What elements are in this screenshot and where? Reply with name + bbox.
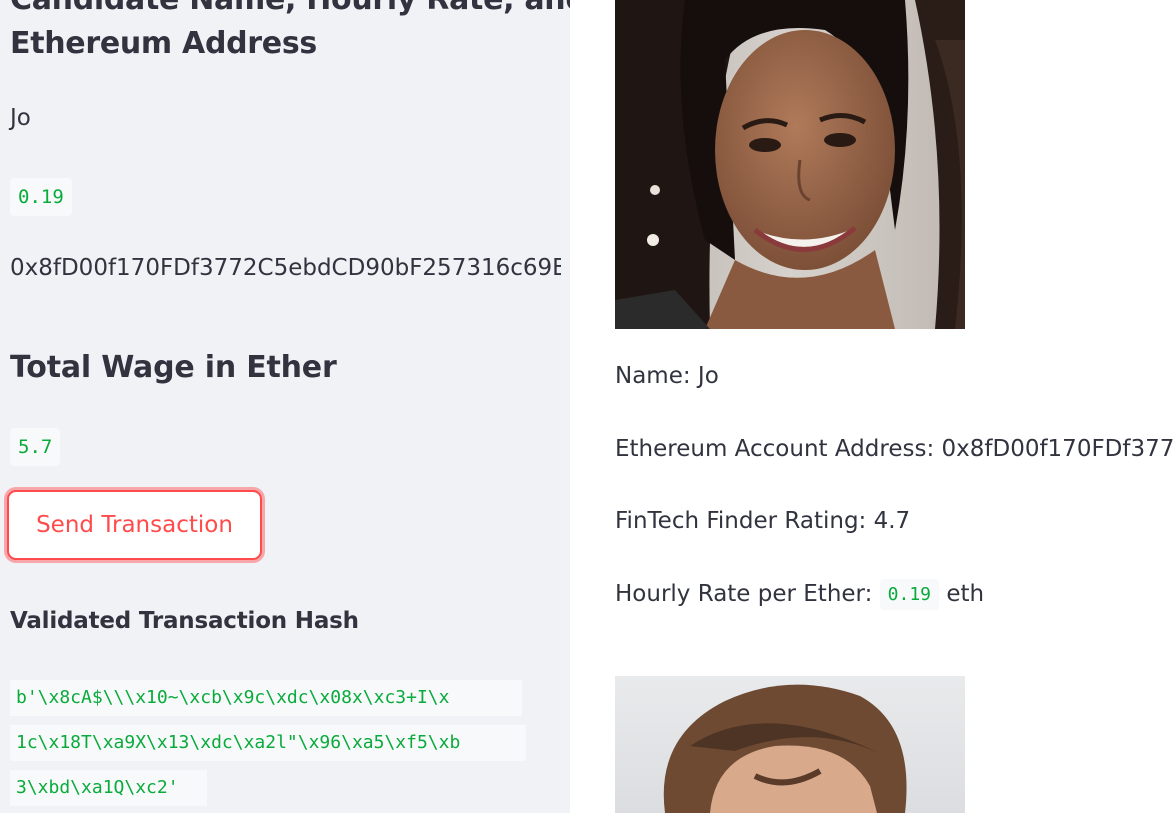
hash-line-3: 3\xbd\xa1Q\xc2' xyxy=(10,770,207,806)
candidate-name: Jo xyxy=(10,105,31,131)
candidate-name-label: Name: Jo xyxy=(615,363,719,389)
wage-value: 5.7 xyxy=(10,428,61,466)
address-container: 0x8fD00f170FDf3772C5ebdCD90bF257316c69BA xyxy=(10,248,561,288)
rate-prefix: Hourly Rate per Ether: xyxy=(615,581,873,607)
main-content: Name: Jo Ethereum Account Address: 0x8fD… xyxy=(570,0,1174,813)
rate-suffix: eth xyxy=(946,581,985,607)
send-transaction-button[interactable]: Send Transaction xyxy=(7,490,262,560)
next-candidate-photo xyxy=(615,676,965,813)
hourly-rate-value: 0.19 xyxy=(10,178,72,216)
candidate-photo xyxy=(615,0,965,329)
candidate-address-label: Ethereum Account Address: 0x8fD00f170FDf… xyxy=(615,436,1174,462)
wage-heading: Total Wage in Ether xyxy=(10,350,337,385)
candidate-rate-row: Hourly Rate per Ether: 0.19 eth xyxy=(615,579,985,610)
rate-value: 0.19 xyxy=(879,579,940,610)
hash-heading: Validated Transaction Hash xyxy=(10,608,359,634)
candidate-rating-label: FinTech Finder Rating: 4.7 xyxy=(615,508,911,534)
ethereum-address: 0x8fD00f170FDf3772C5ebdCD90bF257316c69BA xyxy=(10,255,561,281)
sidebar-heading-line1: Candidate Name, Hourly Rate, and xyxy=(10,0,570,22)
sidebar: Candidate Name, Hourly Rate, and Ethereu… xyxy=(0,0,570,813)
hash-line-2: 1c\x18T\xa9X\x13\xdc\xa2l"\x96\xa5\xf5\x… xyxy=(10,725,526,761)
sidebar-heading-line2: Ethereum Address xyxy=(10,26,317,61)
hash-line-1: b'\x8cA$\\\x10~\xcb\x9c\xdc\x08x\xc3+I\x xyxy=(10,680,522,716)
